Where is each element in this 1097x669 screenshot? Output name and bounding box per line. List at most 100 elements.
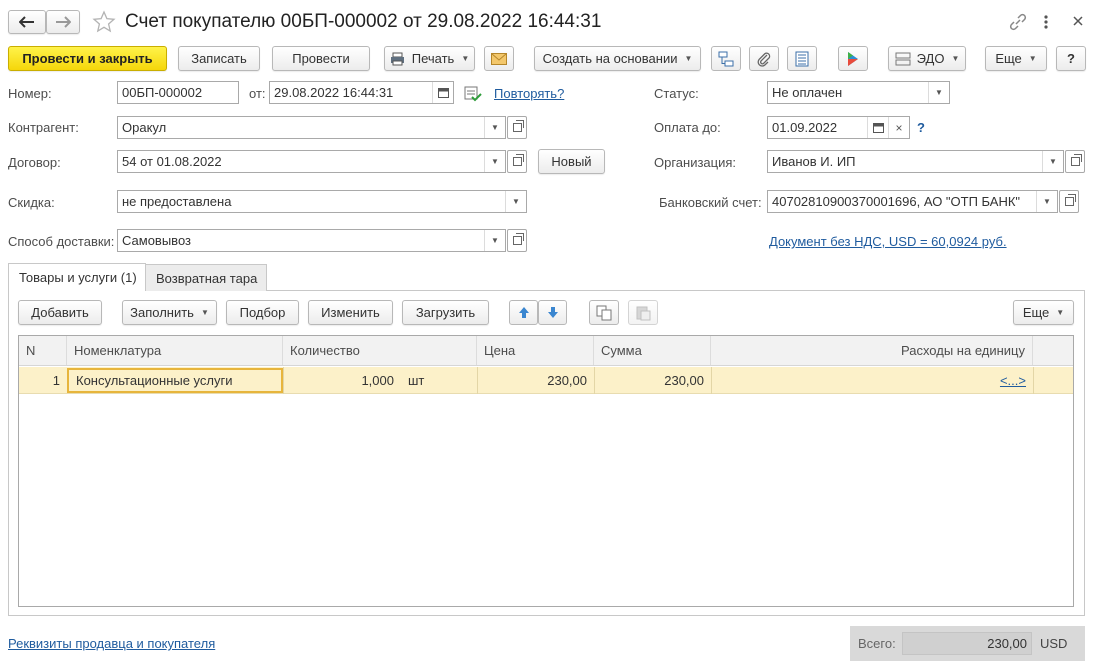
date-label: от:	[249, 86, 266, 101]
save-button[interactable]: Записать	[178, 46, 260, 71]
delivery-label: Способ доставки:	[8, 234, 115, 249]
new-contract-button[interactable]: Новый	[538, 149, 605, 174]
paste-button[interactable]	[628, 300, 658, 325]
print-button[interactable]: Печать ▼	[384, 46, 475, 71]
cell-n: 1	[52, 373, 60, 388]
tab-goods-services[interactable]: Товары и услуги (1)	[8, 263, 146, 291]
clear-icon[interactable]: ×	[888, 117, 909, 138]
more-label: Еще	[995, 51, 1022, 66]
discount-select[interactable]: не предоставлена ▼	[117, 190, 527, 213]
load-button[interactable]: Загрузить	[402, 300, 489, 325]
edit-button[interactable]: Изменить	[308, 300, 393, 325]
chevron-down-icon[interactable]: ▼	[1042, 151, 1063, 172]
table-more-button[interactable]: Еще ▼	[1013, 300, 1074, 325]
email-button[interactable]	[484, 46, 514, 71]
chevron-down-icon[interactable]: ▼	[484, 230, 505, 251]
exchange-button[interactable]	[838, 46, 868, 71]
post-and-close-button[interactable]: Провести и закрыть	[8, 46, 167, 71]
edo-button[interactable]: ЭДО ▼	[888, 46, 966, 71]
forward-button[interactable]	[46, 10, 80, 34]
org-field[interactable]: Иванов И. ИП ▼	[767, 150, 1064, 173]
cell-sum[interactable]: 230,00	[594, 367, 711, 394]
pick-button[interactable]: Подбор	[226, 300, 299, 325]
cell-cost[interactable]: <...>	[711, 367, 1033, 394]
discount-value: не предоставлена	[122, 194, 232, 209]
col-header-n[interactable]: N	[19, 336, 67, 365]
number-value: 00БП-000002	[122, 85, 203, 100]
table-row[interactable]: 1 Консультационные услуги 1,000 шт 230,0…	[19, 367, 1073, 394]
favorite-star-icon[interactable]	[92, 10, 116, 34]
column-separator	[283, 367, 284, 394]
cell-unit[interactable]: шт	[401, 367, 477, 394]
delivery-field[interactable]: Самовывоз ▼	[117, 229, 506, 252]
help-button[interactable]: ?	[1056, 46, 1086, 71]
tab-returnable-packaging[interactable]: Возвратная тара	[145, 264, 267, 291]
close-icon[interactable]	[1070, 13, 1086, 29]
open-counterparty-button[interactable]	[507, 116, 527, 139]
bank-value: 40702810900370001696, АО "ОТП БАНК"	[772, 194, 1021, 209]
page-title: Счет покупателю 00БП-000002 от 29.08.202…	[125, 11, 602, 32]
date-field[interactable]: 29.08.2022 16:44:31	[269, 81, 454, 104]
open-delivery-button[interactable]	[507, 229, 527, 252]
attach-button[interactable]	[749, 46, 779, 71]
discount-label: Скидка:	[8, 195, 55, 210]
cell-price[interactable]: 230,00	[477, 367, 594, 394]
journal-button[interactable]	[787, 46, 817, 71]
cost-link[interactable]: <...>	[1000, 373, 1026, 388]
counterparty-field[interactable]: Оракул ▼	[117, 116, 506, 139]
table-more-label: Еще	[1022, 305, 1050, 320]
copy-button[interactable]	[589, 300, 619, 325]
fill-button[interactable]: Заполнить ▼	[122, 300, 217, 325]
bank-field[interactable]: 40702810900370001696, АО "ОТП БАНК" ▼	[767, 190, 1058, 213]
open-icon	[512, 233, 524, 245]
pay-until-label: Оплата до:	[654, 120, 721, 135]
play-colored-icon	[848, 51, 858, 66]
col-header-cost[interactable]: Расходы на единицу	[711, 336, 1033, 365]
col-header-item[interactable]: Номенклатура	[67, 336, 283, 365]
chevron-down-icon: ▼	[1056, 308, 1065, 317]
col-header-sum[interactable]: Сумма	[594, 336, 711, 365]
requisites-link[interactable]: Реквизиты продавца и покупателя	[8, 636, 215, 651]
open-icon	[1070, 154, 1082, 166]
number-field[interactable]: 00БП-000002	[117, 81, 239, 104]
create-based-on-button[interactable]: Создать на основании ▼	[534, 46, 701, 71]
chevron-down-icon: ▼	[461, 54, 470, 63]
counterparty-label: Контрагент:	[8, 120, 79, 135]
vat-link[interactable]: Документ без НДС, USD = 60,0924 руб.	[769, 234, 1007, 249]
goods-table: N Номенклатура Количество Цена Сумма Рас…	[18, 335, 1074, 607]
link-icon[interactable]	[1008, 12, 1028, 32]
chevron-down-icon: ▼	[1028, 54, 1037, 63]
chevron-down-icon[interactable]: ▼	[484, 117, 505, 138]
contract-field[interactable]: 54 от 01.08.2022 ▼	[117, 150, 506, 173]
chevron-down-icon[interactable]: ▼	[1036, 191, 1057, 212]
pay-until-help[interactable]: ?	[917, 120, 925, 135]
cell-item[interactable]: Консультационные услуги	[67, 368, 283, 393]
chevron-down-icon[interactable]: ▼	[928, 82, 949, 103]
more-button[interactable]: Еще ▼	[985, 46, 1047, 71]
hierarchy-icon	[718, 51, 734, 66]
chevron-down-icon[interactable]: ▼	[505, 191, 526, 212]
calendar-icon[interactable]	[432, 82, 453, 103]
status-select[interactable]: Не оплачен ▼	[767, 81, 950, 104]
move-down-button[interactable]	[538, 300, 567, 325]
calendar-icon[interactable]	[867, 117, 888, 138]
structure-button[interactable]	[711, 46, 741, 71]
pay-until-field[interactable]: 01.09.2022 ×	[767, 116, 910, 139]
copy-icon	[596, 305, 612, 320]
back-button[interactable]	[8, 10, 46, 34]
col-header-price[interactable]: Цена	[477, 336, 594, 365]
chevron-down-icon: ▼	[684, 54, 693, 63]
chevron-down-icon[interactable]: ▼	[484, 151, 505, 172]
open-org-button[interactable]	[1065, 150, 1085, 173]
add-row-button[interactable]: Добавить	[18, 300, 102, 325]
repeat-link[interactable]: Повторять?	[494, 86, 564, 101]
col-header-qty[interactable]: Количество	[283, 336, 477, 365]
move-up-button[interactable]	[509, 300, 538, 325]
cell-qty[interactable]: 1,000	[283, 367, 401, 394]
list-icon	[795, 51, 809, 66]
open-contract-button[interactable]	[507, 150, 527, 173]
more-vertical-icon[interactable]	[1040, 12, 1052, 32]
open-bank-button[interactable]	[1059, 190, 1079, 213]
repeat-icon[interactable]	[464, 86, 482, 102]
post-button[interactable]: Провести	[272, 46, 370, 71]
